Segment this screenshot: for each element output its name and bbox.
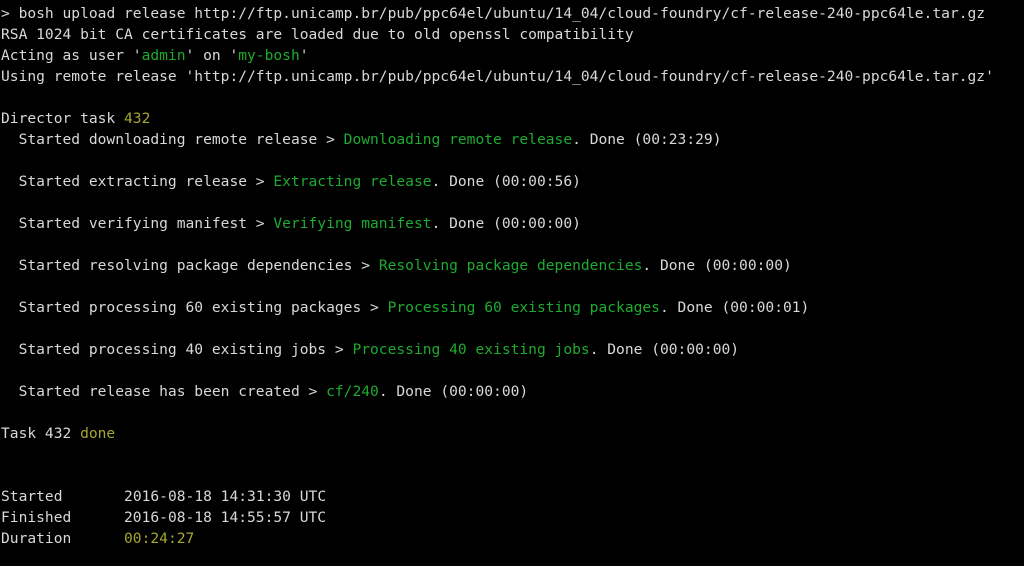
step-progress-text: Downloading remote release (343, 131, 573, 148)
openssl-warning-text: RSA 1024 bit CA certificates are loaded … (1, 26, 634, 43)
step-started-text: Started verifying manifest > (1, 215, 274, 232)
step-progress-text: Processing 40 existing jobs (352, 341, 590, 358)
task-status-value: done (80, 425, 116, 442)
step-started-text: Started downloading remote release > (1, 131, 344, 148)
acting-as-suffix: ' (299, 47, 309, 64)
acting-as-middle: ' on ' (185, 47, 239, 64)
director-task-line: Director task 432 (1, 108, 1024, 129)
acting-as-user-line: Acting as user 'admin' on 'my-bosh' (1, 45, 1024, 66)
summary-duration-spacer (71, 530, 124, 547)
step-progress-text: Resolving package dependencies (378, 257, 643, 274)
using-remote-release-suffix: ' (985, 68, 994, 85)
step-started-text: Started processing 40 existing jobs > (1, 341, 353, 358)
acting-as-username: admin (141, 47, 186, 64)
step-done-text: . Done (00:00:00) (431, 215, 581, 232)
step-done-text: . Done (00:00:00) (642, 257, 792, 274)
step-done-text: . Done (00:00:01) (659, 299, 810, 316)
command-line: > bosh upload release http://ftp.unicamp… (1, 3, 1024, 24)
command-text: bosh upload release http://ftp.unicamp.b… (18, 5, 986, 22)
step-started-text: Started extracting release > (1, 173, 274, 190)
step-started-text: Started processing 60 existing packages … (1, 299, 388, 316)
summary-duration-row: Duration 00:24:27 (1, 528, 1024, 549)
step-progress-text: Processing 60 existing packages (387, 299, 660, 316)
using-remote-release-line: Using remote release 'http://ftp.unicamp… (1, 66, 1024, 87)
task-step-line: Started verifying manifest > Verifying m… (1, 213, 1024, 234)
summary-started-label: Started (1, 488, 63, 505)
step-done-text: . Done (00:00:00) (378, 383, 529, 400)
director-task-label: Director task (1, 110, 125, 127)
step-started-text: Started release has been created > (1, 383, 327, 400)
step-progress-text: Extracting release (273, 173, 432, 190)
summary-duration-label: Duration (1, 530, 72, 547)
using-remote-release-url: http://ftp.unicamp.br/pub/ppc64el/ubuntu… (194, 68, 986, 85)
summary-started-spacer (63, 488, 125, 505)
step-progress-text: cf/240 (326, 383, 379, 400)
summary-finished-spacer (71, 509, 124, 526)
step-progress-text: Verifying manifest (273, 215, 432, 232)
openssl-warning-line: RSA 1024 bit CA certificates are loaded … (1, 24, 1024, 45)
summary-finished-value: 2016-08-18 14:55:57 UTC (124, 509, 327, 526)
summary-duration-value: 00:24:27 (124, 530, 195, 547)
terminal-window[interactable]: > bosh upload release http://ftp.unicamp… (0, 0, 1024, 566)
step-done-text: . Done (00:00:00) (589, 341, 740, 358)
step-done-text: . Done (00:23:29) (572, 131, 722, 148)
task-step-line: Started resolving package dependencies >… (1, 255, 1024, 276)
summary-started-row: Started 2016-08-18 14:31:30 UTC (1, 486, 1024, 507)
prompt-symbol: > (1, 5, 19, 22)
director-task-id: 432 (124, 110, 151, 127)
using-remote-release-prefix: Using remote release ' (1, 68, 195, 85)
task-step-line: Started extracting release > Extracting … (1, 171, 1024, 192)
task-step-line: Started release has been created > cf/24… (1, 381, 1024, 402)
summary-started-value: 2016-08-18 14:31:30 UTC (124, 488, 327, 505)
step-started-text: Started resolving package dependencies > (1, 257, 379, 274)
acting-as-prefix: Acting as user ' (1, 47, 142, 64)
task-step-line: Started downloading remote release > Dow… (1, 129, 1024, 150)
step-done-text: . Done (00:00:56) (431, 173, 581, 190)
task-status-line: Task 432 done (1, 423, 1024, 444)
task-step-line: Started processing 60 existing packages … (1, 297, 1024, 318)
summary-finished-label: Finished (1, 509, 72, 526)
acting-as-director: my-bosh (238, 47, 300, 64)
task-step-line: Started processing 40 existing jobs > Pr… (1, 339, 1024, 360)
task-status-prefix: Task 432 (1, 425, 81, 442)
summary-finished-row: Finished 2016-08-18 14:55:57 UTC (1, 507, 1024, 528)
